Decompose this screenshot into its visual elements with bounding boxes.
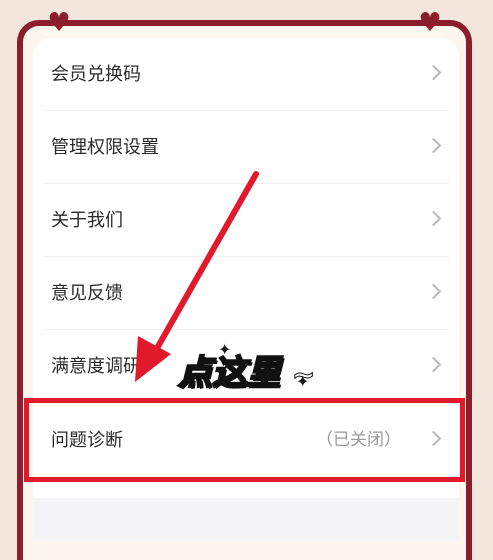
sparkle-icon: ✦ [218,340,232,359]
callout-char-highlight: 这 [211,352,247,394]
menu-item-feedback[interactable]: 意见反馈 [33,257,459,330]
menu-item-label: 管理权限设置 [51,137,159,158]
menu-item-label: 关于我们 [51,210,123,231]
highlight-box [24,398,465,482]
menu-item-label: 意见反馈 [51,283,123,304]
chevron-right-icon [425,356,442,373]
empty-area [33,498,459,541]
menu-item-redeem-code[interactable]: 会员兑换码 [33,38,459,111]
chevron-right-icon [425,137,442,154]
sparkle-icon: ✦ [296,372,310,391]
click-here-callout: 点这里 ~ [177,345,316,394]
callout-char: 里 [245,352,281,394]
menu-item-about-us[interactable]: 关于我们 [33,184,459,257]
menu-item-permission-settings[interactable]: 管理权限设置 [33,111,459,184]
menu-item-label: 会员兑换码 [51,64,141,85]
heart-icon: ♥ [47,8,71,38]
callout-char: 点 [177,352,213,394]
chevron-right-icon [425,283,442,300]
heart-icon: ♥ [418,8,442,38]
chevron-right-icon [425,210,442,227]
menu-item-label: 满意度调研 [51,356,141,377]
chevron-right-icon [425,64,442,81]
